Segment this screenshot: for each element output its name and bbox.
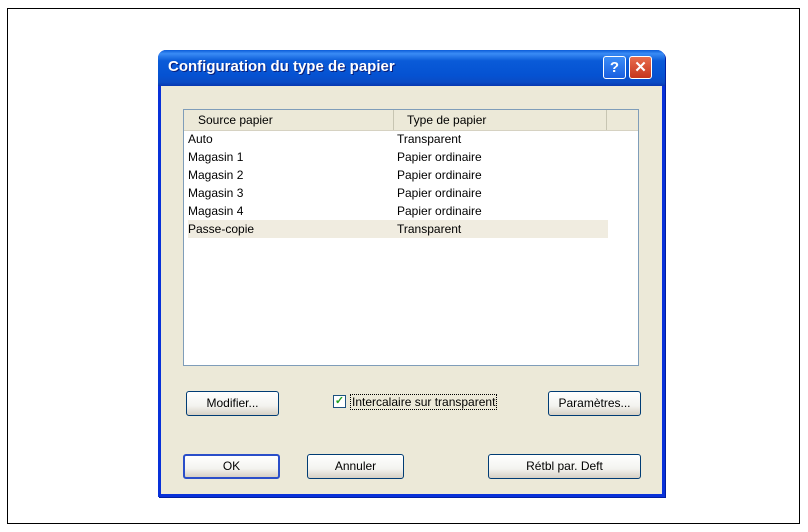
list-row-magasin-4[interactable]: Magasin 4 Papier ordinaire	[188, 202, 608, 220]
list-row-magasin-3[interactable]: Magasin 3 Papier ordinaire	[188, 184, 608, 202]
interleave-checkbox[interactable]: ✓	[333, 395, 346, 408]
row-source: Magasin 3	[188, 186, 244, 200]
row-type: Papier ordinaire	[397, 168, 482, 182]
ok-button[interactable]: OK	[183, 454, 280, 479]
row-source: Magasin 4	[188, 204, 244, 218]
close-button[interactable]: ✕	[629, 56, 652, 79]
title-bar[interactable]: Configuration du type de papier ? ✕	[158, 50, 665, 86]
reset-defaults-button[interactable]: Rétbl par. Deft	[488, 454, 641, 479]
paper-source-list[interactable]: Source papier Type de papier Auto Transp…	[183, 109, 639, 366]
row-type: Papier ordinaire	[397, 150, 482, 164]
list-row-magasin-2[interactable]: Magasin 2 Papier ordinaire	[188, 166, 608, 184]
help-button[interactable]: ?	[603, 56, 626, 79]
list-row-passe-copie[interactable]: Passe-copie Transparent	[188, 220, 608, 238]
close-icon: ✕	[634, 59, 647, 76]
column-header-type[interactable]: Type de papier	[395, 110, 607, 130]
dialog-title: Configuration du type de papier	[168, 58, 395, 75]
row-source: Magasin 1	[188, 150, 244, 164]
row-source: Passe-copie	[188, 222, 255, 236]
row-type: Transparent	[397, 132, 462, 146]
row-type: Papier ordinaire	[397, 204, 482, 218]
row-type: Papier ordinaire	[397, 186, 482, 200]
list-row-magasin-1[interactable]: Magasin 1 Papier ordinaire	[188, 148, 608, 166]
interleave-checkbox-label[interactable]: Intercalaire sur transparent	[350, 394, 498, 410]
cancel-button[interactable]: Annuler	[307, 454, 404, 479]
row-source: Magasin 2	[188, 168, 244, 182]
modify-button[interactable]: Modifier...	[186, 391, 279, 416]
column-header-source[interactable]: Source papier	[184, 110, 394, 130]
parameters-button[interactable]: Paramètres...	[548, 391, 641, 416]
list-row-auto[interactable]: Auto Transparent	[188, 130, 608, 148]
row-type: Transparent	[397, 222, 462, 236]
row-source: Auto	[188, 132, 213, 146]
list-header: Source papier Type de papier	[184, 110, 638, 131]
paper-type-dialog: Configuration du type de papier ? ✕ Sour…	[158, 50, 665, 497]
